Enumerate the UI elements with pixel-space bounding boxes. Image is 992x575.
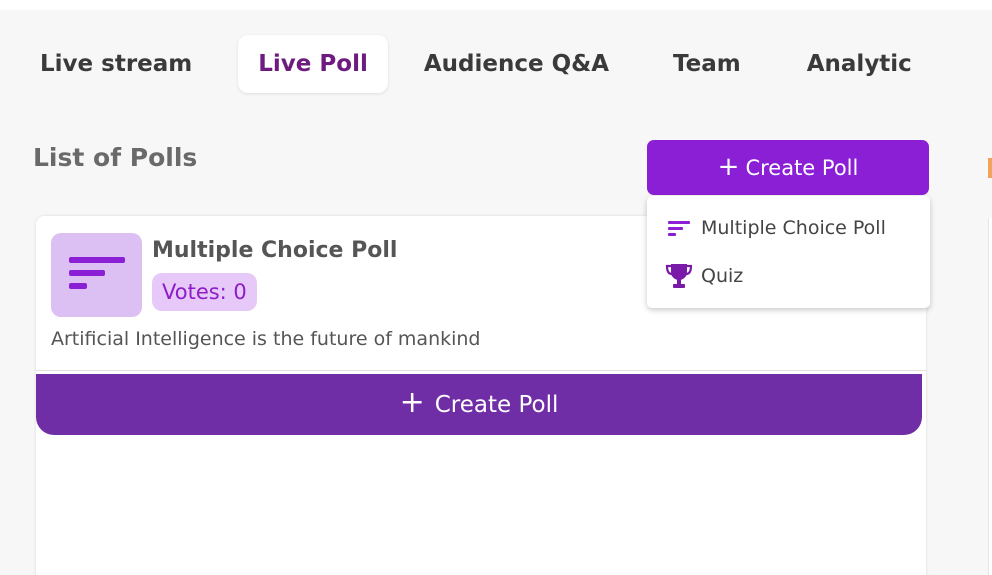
plus-icon: +	[399, 385, 425, 420]
app-container: Live stream Live Poll Audience Q&A Team …	[0, 10, 992, 575]
menu-item-quiz[interactable]: Quiz	[647, 256, 930, 296]
tab-analytics[interactable]: Analytic	[771, 35, 932, 93]
create-poll-bar-button[interactable]: + Create Poll	[36, 374, 922, 435]
poll-title: Multiple Choice Poll	[152, 238, 398, 263]
create-poll-dropdown: Multiple Choice Poll Quiz	[647, 196, 930, 308]
menu-item-label: Quiz	[701, 265, 744, 287]
menu-item-multiple-choice-poll[interactable]: Multiple Choice Poll	[647, 208, 930, 248]
tab-audience-qa[interactable]: Audience Q&A	[402, 35, 637, 93]
votes-badge: Votes: 0	[152, 273, 257, 311]
menu-item-label: Multiple Choice Poll	[701, 217, 886, 239]
trophy-icon	[657, 263, 701, 289]
tab-live-stream[interactable]: Live stream	[20, 35, 212, 93]
sort-lines-icon	[68, 253, 125, 297]
create-poll-bar-label: Create Poll	[434, 391, 559, 418]
tab-live-poll[interactable]: Live Poll	[238, 35, 388, 93]
sort-lines-icon	[657, 220, 701, 236]
section-title: List of Polls	[33, 143, 198, 172]
create-poll-label: Create Poll	[745, 155, 859, 180]
card-divider	[36, 370, 926, 371]
next-column-title-edge	[988, 158, 992, 178]
poll-question: Artificial Intelligence is the future of…	[51, 328, 481, 350]
next-column-card-edge	[988, 218, 992, 575]
create-poll-button[interactable]: + Create Poll	[647, 140, 929, 195]
tab-team[interactable]: Team	[637, 35, 771, 93]
poll-type-icon-box	[51, 233, 142, 317]
plus-icon: +	[717, 151, 740, 182]
tab-bar: Live stream Live Poll Audience Q&A Team …	[20, 34, 932, 94]
